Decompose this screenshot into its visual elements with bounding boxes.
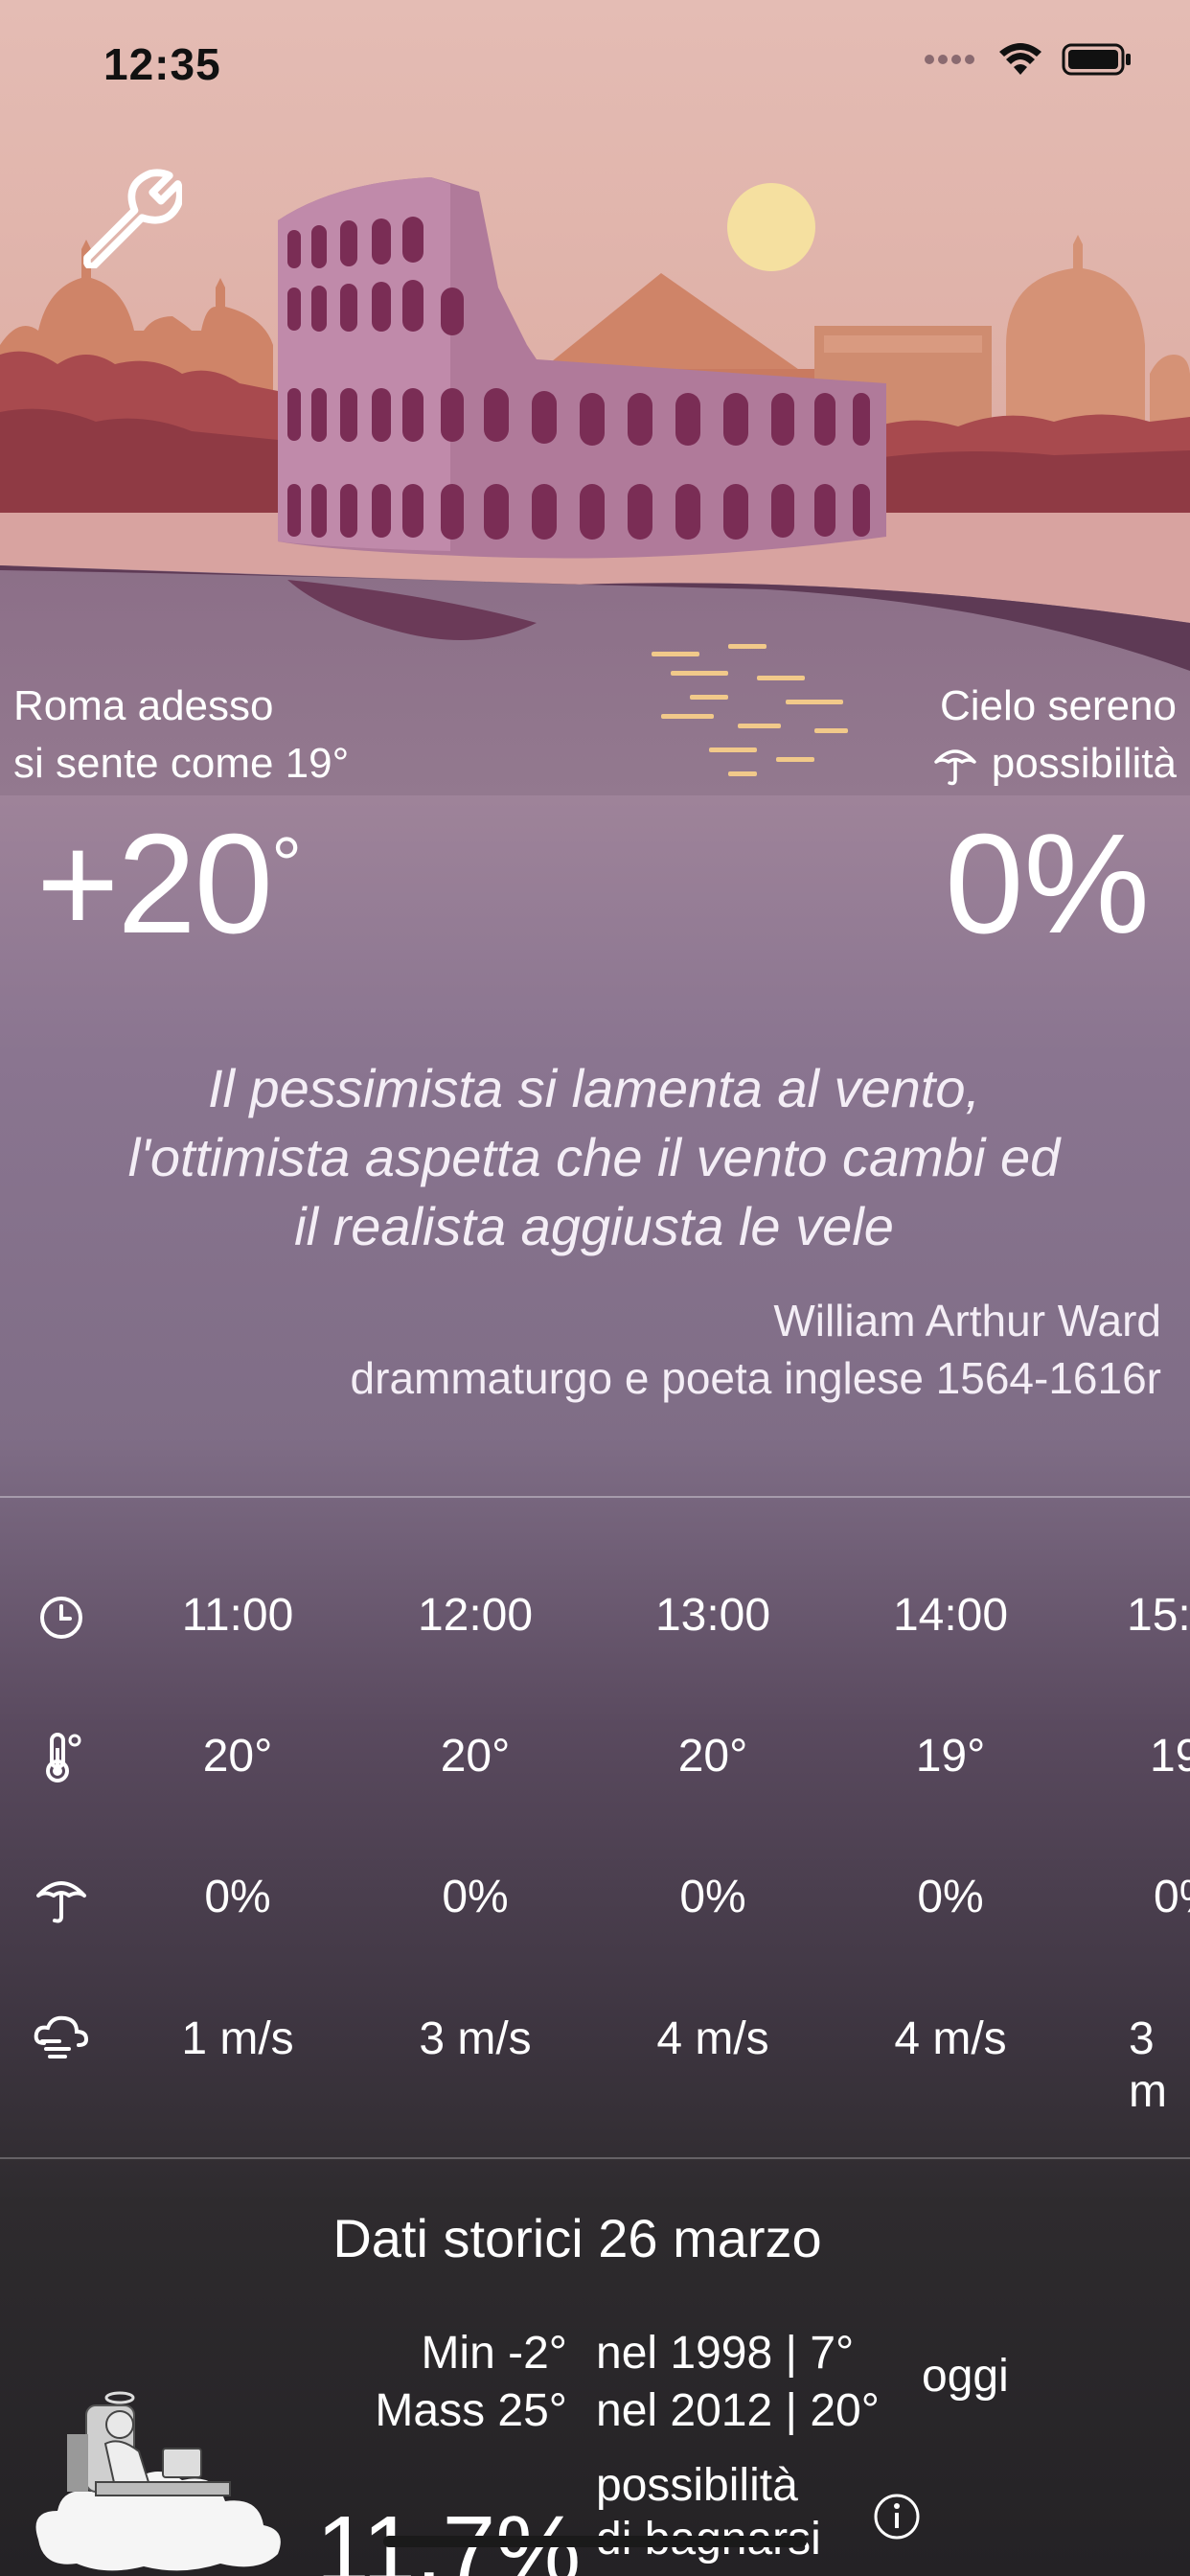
hour-precip: 0% [917, 1872, 984, 1922]
quote-line: l'ottimista aspetta che il vento cambi e… [127, 1127, 1061, 1187]
current-temperature-value: +20 [36, 805, 273, 963]
hour-precip: 0% [442, 1872, 509, 1922]
app-screen: 12:35 Roma adesso si sente come 19° Ciel… [0, 0, 1190, 2576]
battery-icon [1062, 43, 1131, 76]
hour-precip: 0% [1154, 1872, 1190, 1922]
location-title: Roma adesso [13, 682, 274, 729]
hour-temp: 20° [677, 1731, 748, 1782]
home-indicator[interactable] [383, 2536, 807, 2547]
hour-precip: 0% [204, 1872, 271, 1922]
degree-symbol: ° [271, 821, 302, 907]
history-min: Min -2° [421, 2328, 567, 2379]
hour-temp: 19 [1150, 1731, 1190, 1782]
status-time: 12:35 [103, 39, 221, 89]
hour-wind: 4 m/s [656, 2013, 769, 2064]
hour-wind: 3 m/s [419, 2013, 532, 2064]
history-title: Dati storici 26 marzo [332, 2208, 822, 2268]
angel-cloud-illustration [35, 2391, 281, 2571]
hour-wind: 3 m [1129, 2013, 1167, 2117]
divider [0, 2157, 1190, 2159]
swim-label-line: possibilità [596, 2460, 798, 2511]
wrench-icon[interactable] [77, 163, 182, 268]
history-today: oggi [922, 2351, 1009, 2402]
quote-author: William Arthur Ward drammaturgo e poeta … [351, 1292, 1161, 1407]
hour-time: 15: [1127, 1590, 1190, 1641]
sky-condition: Cielo sereno [939, 682, 1177, 729]
umbrella-icon [934, 749, 976, 786]
hour-temp: 20° [440, 1731, 511, 1782]
wind-cloud-icon [34, 2015, 89, 2058]
hour-temp: 19° [915, 1731, 986, 1782]
umbrella-icon [36, 1881, 86, 1923]
status-bar: 12:35 [0, 0, 1190, 134]
hour-wind: 4 m/s [894, 2013, 1007, 2064]
author-name: William Arthur Ward [773, 1296, 1161, 1346]
signal-icon [925, 55, 974, 64]
feels-like: si sente come 19° [13, 740, 350, 787]
hour-time: 11:00 [181, 1590, 294, 1641]
info-icon[interactable] [872, 2492, 922, 2542]
quote-line: Il pessimista si lamenta al vento, [207, 1058, 981, 1118]
hour-temp: 20° [202, 1731, 273, 1782]
divider [0, 1496, 1190, 1498]
quote-line: il realista aggiusta le vele [294, 1196, 894, 1256]
hour-precip: 0% [679, 1872, 746, 1922]
precip-probability: 0% [945, 805, 1150, 963]
wifi-icon [999, 43, 1041, 75]
quote: Il pessimista si lamenta al vento, l'ott… [19, 1054, 1169, 1261]
history-max: Mass 25° [375, 2385, 567, 2436]
hour-time: 13:00 [654, 1590, 771, 1641]
hour-time: 14:00 [892, 1590, 1009, 1641]
precip-label-text: possibilità [991, 740, 1177, 787]
swim-label: possibilità di bagnarsi [596, 2459, 821, 2566]
current-temperature: +20° [36, 803, 302, 966]
clock-icon [40, 1597, 82, 1639]
history-min-detail: nel 1998 | 7° [596, 2328, 855, 2379]
history-max-detail: nel 2012 | 20° [596, 2385, 880, 2436]
hour-wind: 1 m/s [181, 2013, 294, 2064]
author-description: drammaturgo e poeta inglese 1564-1616r [350, 1353, 1161, 1403]
hour-time: 12:00 [417, 1590, 534, 1641]
precip-label: possibilità [932, 740, 1177, 788]
thermometer-icon [46, 1733, 81, 1782]
status-icons [924, 42, 1133, 77]
